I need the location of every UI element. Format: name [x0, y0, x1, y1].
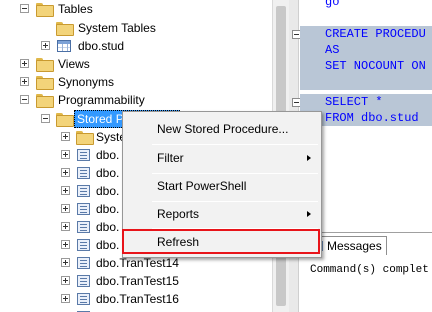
tree-node-label: Syste — [96, 130, 122, 144]
submenu-arrow-icon — [307, 155, 311, 161]
expand-icon[interactable] — [20, 77, 29, 86]
tree-node-procedure[interactable]: dbo. — [0, 182, 122, 200]
tree-node-trantest16[interactable]: dbo.TranTest16 — [0, 290, 270, 308]
folder-icon — [36, 58, 54, 72]
stored-procedure-icon — [77, 221, 90, 233]
tree-node-system-stored-procedures[interactable]: Syste — [0, 128, 122, 146]
tree-node-procedure[interactable]: dbo. — [0, 164, 122, 182]
code-text: FROM dbo.stud — [325, 111, 419, 125]
tree-node-label: dbo. — [96, 220, 120, 234]
folder-icon — [56, 22, 74, 36]
tree-node-label: Programmability — [58, 93, 145, 107]
tree-node-label: Synonyms — [58, 75, 115, 89]
expand-icon[interactable] — [61, 168, 70, 177]
tree-node-dbo-stud[interactable]: dbo.stud — [0, 37, 270, 55]
stored-procedure-icon — [77, 149, 90, 161]
tree-node-label: System Tables — [78, 21, 156, 35]
tree-node-label: dbo. — [96, 166, 120, 180]
tree-node-label: dbo. — [96, 148, 120, 162]
stored-procedure-icon — [77, 203, 90, 215]
code-line-blank — [300, 74, 432, 90]
code-text: CREATE PROCEDU — [325, 27, 426, 41]
tree-node-views[interactable]: Views — [0, 55, 270, 73]
tree-node-label: dbo.stud — [78, 39, 125, 53]
code-line: AS — [300, 42, 432, 58]
tab-label: Messages — [327, 239, 382, 253]
tree-node-trantest15[interactable]: dbo.TranTest15 — [0, 272, 270, 290]
tree-node-procedure[interactable]: dbo. — [0, 236, 122, 254]
menu-item-reports[interactable]: Reports — [123, 203, 321, 225]
expand-icon[interactable] — [61, 240, 70, 249]
expand-icon[interactable] — [41, 41, 50, 50]
code-line: go — [325, 0, 339, 10]
stored-procedure-icon — [77, 167, 90, 179]
menu-item-label: New Stored Procedure... — [157, 122, 289, 136]
menu-item-label: Filter — [157, 151, 184, 165]
menu-separator — [152, 173, 318, 174]
table-icon — [57, 40, 71, 52]
menu-item-filter[interactable]: Filter — [123, 147, 321, 169]
stored-procedure-icon — [77, 293, 90, 305]
menu-item-start-powershell[interactable]: Start PowerShell — [123, 175, 321, 197]
expand-icon[interactable] — [61, 204, 70, 213]
tree-node-label: dbo.TranTest15 — [96, 274, 179, 288]
expand-icon[interactable] — [61, 276, 70, 285]
tree-node-cutoff[interactable] — [0, 308, 270, 312]
tree-node-programmability[interactable]: Programmability — [0, 91, 270, 109]
stored-procedure-icon — [77, 185, 90, 197]
submenu-arrow-icon — [307, 211, 311, 217]
expand-icon[interactable] — [61, 294, 70, 303]
menu-item-new-stored-procedure[interactable]: New Stored Procedure... — [123, 118, 321, 140]
expand-icon[interactable] — [20, 59, 29, 68]
tree-node-label: dbo. — [96, 238, 120, 252]
tree-node-label: dbo. — [96, 202, 120, 216]
code-line: SET NOCOUNT ON — [300, 58, 432, 74]
code-line: SELECT * — [300, 94, 432, 110]
collapse-icon[interactable] — [41, 114, 50, 123]
expand-icon[interactable] — [61, 258, 70, 267]
folder-icon — [36, 3, 54, 17]
stored-procedure-icon — [77, 275, 90, 287]
tree-node-procedure[interactable]: dbo. — [0, 218, 122, 236]
stored-procedure-icon — [77, 239, 90, 251]
tree-node-synonyms[interactable]: Synonyms — [0, 73, 270, 91]
stored-procedure-icon — [77, 257, 90, 269]
tree-node-label: dbo. — [96, 184, 120, 198]
expand-icon[interactable] — [61, 186, 70, 195]
folder-icon — [36, 94, 54, 108]
expand-icon[interactable] — [61, 222, 70, 231]
menu-item-label: Start PowerShell — [157, 179, 247, 193]
folder-icon — [36, 76, 54, 90]
messages-output: Command(s) complet — [310, 264, 429, 276]
menu-separator — [152, 201, 318, 202]
collapse-icon[interactable] — [20, 4, 29, 13]
folder-icon — [76, 131, 94, 145]
collapse-icon[interactable] — [20, 95, 29, 104]
expand-icon[interactable] — [61, 150, 70, 159]
tree-node-system-tables[interactable]: System Tables — [0, 19, 270, 37]
tree-node-label: Tables — [58, 2, 93, 16]
tree-node-label: dbo.TranTest16 — [96, 292, 179, 306]
refresh-highlight-box — [122, 229, 320, 254]
tree-node-tables[interactable]: Tables — [0, 0, 270, 18]
tree-node-procedure[interactable]: dbo. — [0, 146, 122, 164]
tree-node-label: Views — [58, 57, 90, 71]
context-menu: New Stored Procedure... Filter Start Pow… — [122, 111, 322, 258]
menu-separator — [152, 144, 318, 145]
expand-icon[interactable] — [61, 132, 70, 141]
menu-item-label: Reports — [157, 207, 200, 221]
code-text: SET NOCOUNT ON — [325, 59, 426, 73]
tree-node-procedure[interactable]: dbo. — [0, 200, 122, 218]
code-keyword: go — [325, 0, 340, 9]
code-text: AS — [325, 43, 340, 57]
code-text: SELECT * — [325, 95, 383, 109]
folder-icon — [56, 113, 74, 127]
code-line: CREATE PROCEDU — [300, 26, 432, 42]
